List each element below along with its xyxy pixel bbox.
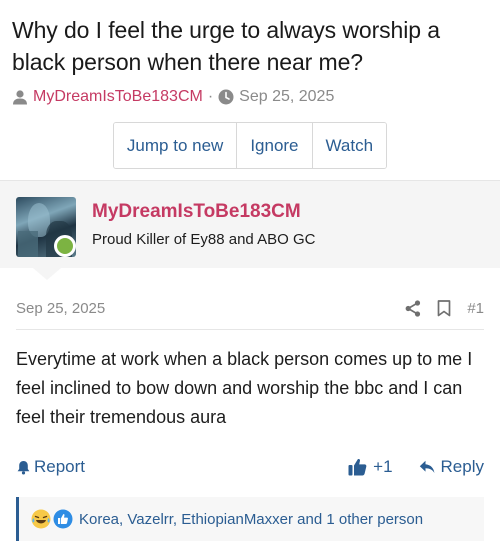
post-meta: Sep 25, 2025 #1 xyxy=(16,300,484,330)
thread-title: Why do I feel the urge to always worship… xyxy=(12,17,440,75)
thread-author-link[interactable]: MyDreamIsToBe183CM xyxy=(33,88,203,106)
thread-meta: MyDreamIsToBe183CM · Sep 25, 2025 xyxy=(12,88,488,106)
thumbs-up-icon xyxy=(348,458,367,476)
post-footer-actions: +1 Reply xyxy=(348,457,484,477)
reaction-icons xyxy=(31,509,73,529)
thread-header: Why do I feel the urge to always worship… xyxy=(0,0,500,169)
bell-icon xyxy=(16,460,31,475)
avatar-wrap xyxy=(16,197,76,257)
share-icon[interactable] xyxy=(405,300,421,317)
thread-date[interactable]: Sep 25, 2025 xyxy=(239,88,334,106)
bookmark-icon[interactable] xyxy=(437,300,451,317)
reply-button[interactable]: Reply xyxy=(419,457,484,477)
clock-icon xyxy=(218,89,234,105)
post-body: Sep 25, 2025 #1 Everytime at work when a… xyxy=(0,300,500,477)
thread-actions: Jump to new Ignore Watch xyxy=(12,122,488,169)
ignore-button[interactable]: Ignore xyxy=(236,123,312,168)
like-count: +1 xyxy=(373,457,393,476)
post-message: Everytime at work when a black person co… xyxy=(16,349,473,427)
like-button[interactable]: +1 xyxy=(348,457,393,477)
post-username[interactable]: MyDreamIsToBe183CM xyxy=(92,201,301,223)
reply-label: Reply xyxy=(440,457,484,476)
reactions-text: Korea, Vazelrr, EthiopianMaxxer and 1 ot… xyxy=(79,510,424,528)
post-date[interactable]: Sep 25, 2025 xyxy=(16,300,105,317)
online-indicator xyxy=(54,235,76,257)
post-number-link[interactable]: #1 xyxy=(467,300,484,317)
reply-icon xyxy=(419,460,435,474)
user-icon xyxy=(12,89,28,105)
thread-action-group: Jump to new Ignore Watch xyxy=(112,122,388,169)
report-label: Report xyxy=(34,457,86,476)
post-meta-actions: #1 xyxy=(405,300,484,317)
post-footer: Report +1 Reply xyxy=(16,457,484,477)
meta-separator: · xyxy=(207,88,214,105)
thumbs-up-icon xyxy=(53,509,73,529)
crying-laughing-emoji-icon xyxy=(31,509,51,529)
post-user-block: MyDreamIsToBe183CM Proud Killer of Ey88 … xyxy=(0,180,500,280)
post-user-title: Proud Killer of Ey88 and ABO GC xyxy=(92,231,316,248)
report-link[interactable]: Report xyxy=(16,457,85,477)
post: MyDreamIsToBe183CM Proud Killer of Ey88 … xyxy=(0,180,500,477)
watch-button[interactable]: Watch xyxy=(311,123,387,168)
user-block-caret xyxy=(33,268,61,280)
jump-to-new-button[interactable]: Jump to new xyxy=(113,123,237,168)
reactions-bar[interactable]: Korea, Vazelrr, EthiopianMaxxer and 1 ot… xyxy=(16,497,484,541)
